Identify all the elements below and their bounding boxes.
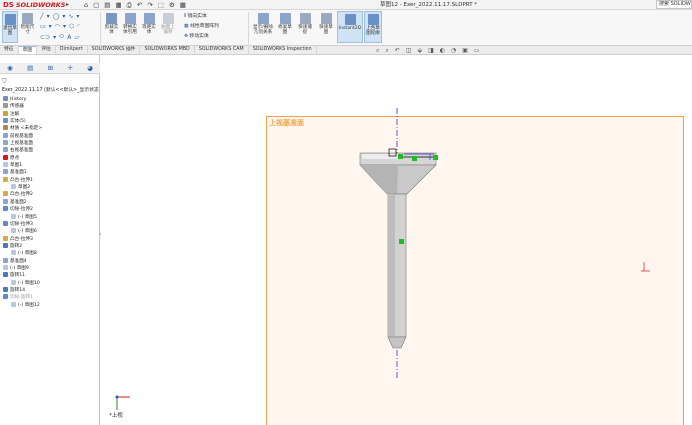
solidworks-window: DS SOLIDWORKS ▸ ⌂ ▢ ▤ ▦ ⎙ ↶ ↷ ⬚ ⚙ ▦ 草图12… [0, 0, 692, 425]
relation-marker[interactable] [412, 156, 417, 161]
relation-marker[interactable] [433, 155, 438, 160]
part-shaft-shade [388, 194, 395, 337]
relation-marker[interactable] [399, 239, 404, 244]
triad-origin [115, 395, 119, 399]
part-tip[interactable] [387, 336, 407, 349]
view-orientation-label: *上视 [109, 413, 123, 419]
part-geometry [115, 108, 650, 410]
relation-marker[interactable] [398, 154, 403, 159]
part-cone-shade [360, 165, 398, 194]
part-collar-highlight [362, 154, 398, 159]
